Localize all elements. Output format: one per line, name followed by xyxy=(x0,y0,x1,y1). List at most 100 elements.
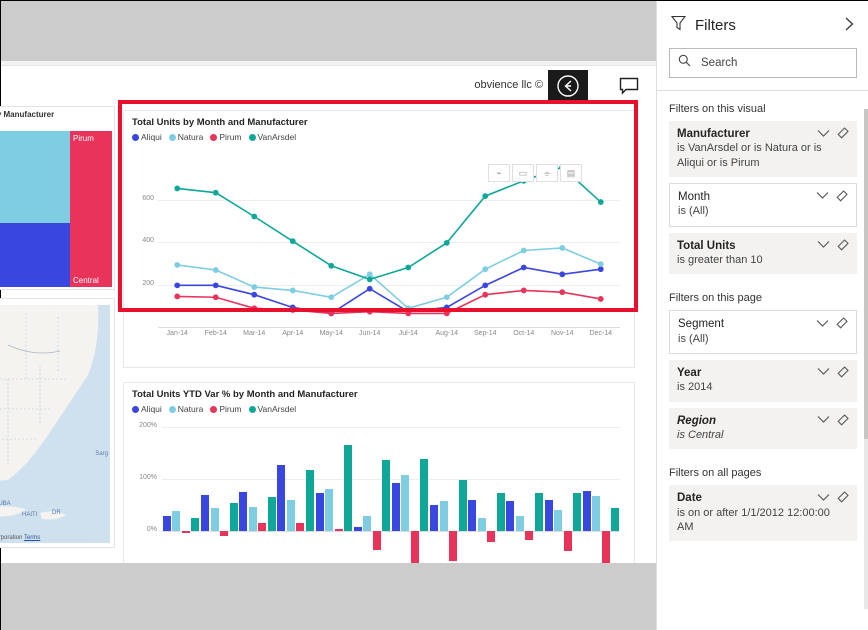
treemap-cell-aliqui[interactable] xyxy=(0,223,70,287)
bar-natura-May-14[interactable] xyxy=(325,489,333,531)
bar-aliqui-Feb-14[interactable] xyxy=(201,494,209,531)
filters-pane[interactable]: Filters Search Filters on this visual Man… xyxy=(656,1,868,630)
eraser-icon[interactable] xyxy=(837,491,850,503)
eraser-icon[interactable] xyxy=(837,127,850,139)
visual-header-icons[interactable]: ⌁ ▭ ⌯ ▤ xyxy=(488,164,582,182)
filter-icon[interactable]: ⌁ xyxy=(488,164,510,182)
bar-natura-Feb-14[interactable] xyxy=(210,508,219,531)
bar-vanarsdel-Aug-14[interactable] xyxy=(458,479,467,531)
bar-pirum-Feb-14[interactable] xyxy=(220,531,228,537)
bar-aliqui-Nov-14[interactable] xyxy=(544,500,553,531)
line-point-vanarsdel xyxy=(328,262,335,269)
bar-natura-Sep-14[interactable] xyxy=(477,518,486,531)
bar-vanarsdel-Feb-14[interactable] xyxy=(229,503,238,531)
bar-pirum-Mar-14[interactable] xyxy=(258,522,267,531)
comment-icon[interactable] xyxy=(614,72,644,100)
bar-pirum-Jun-14[interactable] xyxy=(372,531,381,550)
bar-aliqui-May-14[interactable] xyxy=(315,493,324,531)
bar-pirum-Nov-14[interactable] xyxy=(563,531,572,552)
bar-aliqui-Aug-14[interactable] xyxy=(430,505,438,531)
bar-natura-Mar-14[interactable] xyxy=(248,506,257,531)
line-chart-visual[interactable]: Total Units by Month and Manufacturer Al… xyxy=(123,110,635,368)
chevron-down-icon[interactable] xyxy=(816,319,829,328)
bar-natura-Jul-14[interactable] xyxy=(401,474,410,531)
bar-vanarsdel-Jun-14[interactable] xyxy=(382,460,391,531)
filter-card-region[interactable]: Region is Central xyxy=(669,407,857,450)
eraser-icon[interactable] xyxy=(837,238,850,251)
bar-natura-Oct-14[interactable] xyxy=(515,515,524,531)
bar-vanarsdel-Apr-14[interactable] xyxy=(305,470,314,531)
line-chart-xtick: Jan-14 xyxy=(166,330,188,337)
legend-item-pirum-bar[interactable]: Pirum xyxy=(210,404,242,414)
pin-icon[interactable]: ⌯ xyxy=(536,164,558,182)
filter-card-date[interactable]: Date is on or after 1/1/2012 12:00:00 AM xyxy=(669,485,857,542)
legend-item-natura-bar[interactable]: Natura xyxy=(168,404,203,414)
bar-aliqui-Jul-14[interactable] xyxy=(391,483,400,531)
bar-vanarsdel-Oct-14[interactable] xyxy=(534,492,543,531)
filter-card-segment[interactable]: Segment is (All) xyxy=(669,310,857,354)
map-plot[interactable]: Sarg CUBA HAITI DR 2020 Microsoft Corpor… xyxy=(0,305,110,543)
more-options-icon[interactable]: ▤ xyxy=(560,164,582,182)
screenshot-root: obvience llc © Total Units by Manufactur… xyxy=(0,0,868,630)
bar-aliqui-Mar-14[interactable] xyxy=(239,492,248,531)
bar-vanarsdel-Jan-14[interactable] xyxy=(191,518,200,531)
eraser-icon[interactable] xyxy=(836,190,849,202)
bar-aliqui-Sep-14[interactable] xyxy=(468,500,477,531)
map-visual[interactable]: Sarg CUBA HAITI DR 2020 Microsoft Corpor… xyxy=(0,298,115,548)
legend-item-vanarsdel[interactable]: VanArsdel xyxy=(248,132,296,142)
bar-vanarsdel-Jul-14[interactable] xyxy=(420,458,429,531)
bar-vanarsdel-May-14[interactable] xyxy=(344,444,352,531)
bar-vanarsdel-Dec-14[interactable] xyxy=(611,507,620,531)
filter-card-year[interactable]: Year is 2014 xyxy=(669,359,857,402)
chevron-down-icon[interactable] xyxy=(817,415,830,424)
filters-scrollbar-thumb[interactable] xyxy=(864,109,868,439)
eraser-icon[interactable] xyxy=(837,413,850,426)
bar-pirum-May-14[interactable] xyxy=(334,529,343,531)
bar-natura-Nov-14[interactable] xyxy=(554,509,562,531)
treemap-cell-pirum[interactable]: Pirum Central xyxy=(70,131,112,287)
bar-natura-Apr-14[interactable] xyxy=(286,499,295,531)
bar-vanarsdel-Sep-14[interactable] xyxy=(496,492,505,531)
filter-card-actions xyxy=(816,317,849,329)
bar-natura-Jun-14[interactable] xyxy=(363,516,372,531)
treemap-cell-natura[interactable] xyxy=(0,131,70,223)
filters-scrollbar[interactable] xyxy=(864,109,868,609)
chevron-right-icon[interactable] xyxy=(844,16,855,36)
legend-item-natura[interactable]: Natura xyxy=(168,132,203,142)
map-terms-link[interactable]: Terms xyxy=(24,535,40,541)
bar-pirum-Oct-14[interactable] xyxy=(525,531,534,540)
chevron-down-icon[interactable] xyxy=(816,191,829,200)
filter-card-month[interactable]: Month is (All) xyxy=(669,182,857,227)
eraser-icon[interactable] xyxy=(836,317,849,329)
search-input[interactable]: Search xyxy=(669,48,857,78)
bar-pirum-Apr-14[interactable] xyxy=(296,523,305,531)
bar-aliqui-Jun-14[interactable] xyxy=(353,526,362,531)
bar-vanarsdel-Nov-14[interactable] xyxy=(573,492,581,531)
bar-natura-Aug-14[interactable] xyxy=(439,501,448,531)
bar-pirum-Jul-14[interactable] xyxy=(410,531,419,566)
bar-aliqui-Jan-14[interactable] xyxy=(162,516,171,531)
chevron-down-icon[interactable] xyxy=(817,367,830,376)
bar-pirum-Sep-14[interactable] xyxy=(487,531,496,542)
legend-item-aliqui-bar[interactable]: Aliqui xyxy=(132,404,162,414)
legend-item-aliqui[interactable]: Aliqui xyxy=(132,132,162,142)
obvience-logo-icon[interactable] xyxy=(548,70,588,102)
bar-natura-Dec-14[interactable] xyxy=(592,496,601,531)
bar-aliqui-Dec-14[interactable] xyxy=(582,490,591,531)
bar-pirum-Aug-14[interactable] xyxy=(449,531,457,561)
bar-aliqui-Oct-14[interactable] xyxy=(506,501,515,531)
filter-card-total-units[interactable]: Total Units is greater than 10 xyxy=(669,232,857,275)
chevron-down-icon[interactable] xyxy=(817,129,830,138)
focus-mode-icon[interactable]: ▭ xyxy=(512,164,534,182)
chevron-down-icon[interactable] xyxy=(817,493,830,502)
bar-natura-Jan-14[interactable] xyxy=(172,510,181,531)
eraser-icon[interactable] xyxy=(837,366,850,378)
filter-card-manufacturer[interactable]: Manufacturer is VanArsdel or is Natura or… xyxy=(669,121,857,177)
bar-vanarsdel-Mar-14[interactable] xyxy=(267,497,276,531)
legend-item-vanarsdel-bar[interactable]: VanArsdel xyxy=(248,404,296,414)
chevron-down-icon[interactable] xyxy=(817,240,830,249)
treemap-visual[interactable]: Total Units by Manufacturer Pirum Centra… xyxy=(0,106,115,290)
bar-pirum-Jan-14[interactable] xyxy=(181,531,190,533)
legend-item-pirum[interactable]: Pirum xyxy=(210,132,242,142)
bar-aliqui-Apr-14[interactable] xyxy=(277,465,286,531)
